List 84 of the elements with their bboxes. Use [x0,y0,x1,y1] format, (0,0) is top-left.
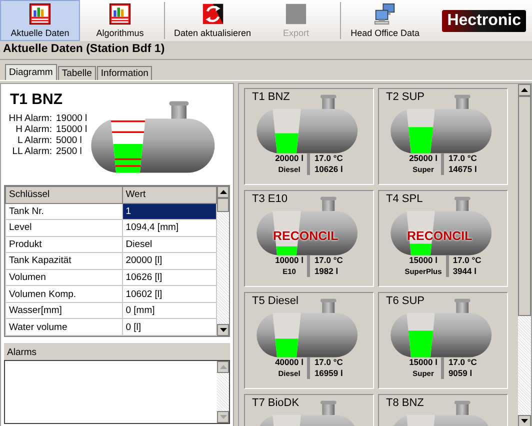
volume: 1982 l [314,266,340,277]
capacity: 10000 l [275,255,304,266]
alarm-value: 2500 l [56,146,82,157]
value-cell[interactable]: 20000 [l] [122,252,216,270]
key-cell: Volumen [6,269,122,286]
volume: 9059 l [448,368,474,379]
computers-icon [374,3,396,25]
alarm-value: 19000 l [56,113,88,124]
down-arrow-icon [220,415,226,419]
toolbar-button[interactable]: Head Office Data [345,0,426,41]
tank-name: T1 BNZ [10,91,64,108]
value-cell[interactable]: 10602 [l] [122,286,216,302]
alarm-value: 15000 l [56,124,88,135]
key-cell: Tank Kapazität [6,252,122,270]
capacity: 40000 l [275,357,304,368]
tank-name: T3 E10 [252,193,288,205]
alarm-value: 5000 l [56,135,82,146]
up-arrow-icon [521,88,528,92]
volume: 10626 l [314,164,343,175]
tab[interactable]: Diagramm [5,64,57,80]
value-cell[interactable]: 10626 [l] [122,269,216,286]
down-arrow-icon [220,328,226,332]
up-arrow-icon [220,190,226,194]
value-cell[interactable]: 0 [l] [122,318,216,336]
key-cell: Wasser[mm] [6,302,122,319]
scroll-down-button[interactable] [217,324,229,336]
chart-icon [109,3,131,25]
scroll-up-button[interactable] [518,84,531,96]
capacity: 25000 l [409,153,438,164]
refresh-icon [202,3,224,25]
logo: Hectronic [442,10,526,32]
column-header: Wert [122,186,216,204]
tab[interactable]: Information [96,66,152,80]
tab[interactable]: Tabelle [58,66,96,80]
scroll-up-button[interactable] [217,186,229,198]
temperature: 17.0 °C [448,153,477,164]
key-cell: Tank Nr. [6,203,122,220]
tank-name: T1 BNZ [252,91,291,103]
value-cell[interactable]: 1094,4 [mm] [122,220,216,236]
value-cell[interactable]: Diesel [122,236,216,253]
tank-card[interactable]: T8 BNZ [378,394,508,426]
tank-name: T8 BNZ [386,397,425,409]
temperature: 17.0 °C [314,255,343,266]
key-cell: Water volume [6,318,122,336]
key-cell: Volumen Komp. [6,286,122,302]
up-arrow-icon [220,365,226,369]
toolbar-button[interactable]: Algorithmus [80,0,160,41]
capacity: 15000 l [409,357,438,368]
temperature: 17.0 °C [452,255,482,266]
alarm-label: L Alarm: [16,135,52,146]
value-cell[interactable]: 0 [mm] [122,302,216,319]
capacity: 20000 l [275,153,304,164]
temperature: 17.0 °C [314,153,343,164]
toolbar-button[interactable]: Daten aktualisieren [169,0,256,41]
alarm-label: LL Alarm: [11,146,52,157]
panel-title: Alarms [4,345,230,360]
scroll-thumb[interactable] [518,96,531,316]
tank-name: T7 BioDK [252,397,300,409]
temperature: 17.0 °C [314,357,343,368]
down-arrow-icon [521,419,528,423]
page-title: Aktuelle Daten (Station Bdf 1) [0,41,532,60]
tank-card[interactable]: T7 BioDK [244,394,374,426]
key-cell: Produkt [6,236,122,253]
tank-name: T2 SUP [386,91,426,103]
tank-name: T5 Diesel [252,295,300,307]
scroll-down-button[interactable] [518,415,531,426]
scroll-thumb[interactable] [217,198,229,212]
volume: 14675 l [448,164,477,175]
export-icon [285,3,308,25]
volume: 16959 l [314,368,343,379]
value-cell[interactable]: 1 [122,203,216,220]
tank-name: T6 SUP [386,295,426,307]
chart-icon [29,3,51,25]
status-label: RECONCIL [407,229,472,243]
capacity: 15000 l [408,255,438,266]
alarm-label: H Alarm: [14,124,52,135]
toolbar-button[interactable]: Aktuelle Daten [0,0,80,41]
alarm-label: HH Alarm: [8,113,52,124]
volume: 3944 l [452,266,478,277]
key-cell: Level [6,220,122,236]
status-label: RECONCIL [273,229,338,243]
tank-name: T4 SPL [386,193,424,205]
column-header: Schlüssel [6,186,122,204]
temperature: 17.0 °C [448,357,477,368]
